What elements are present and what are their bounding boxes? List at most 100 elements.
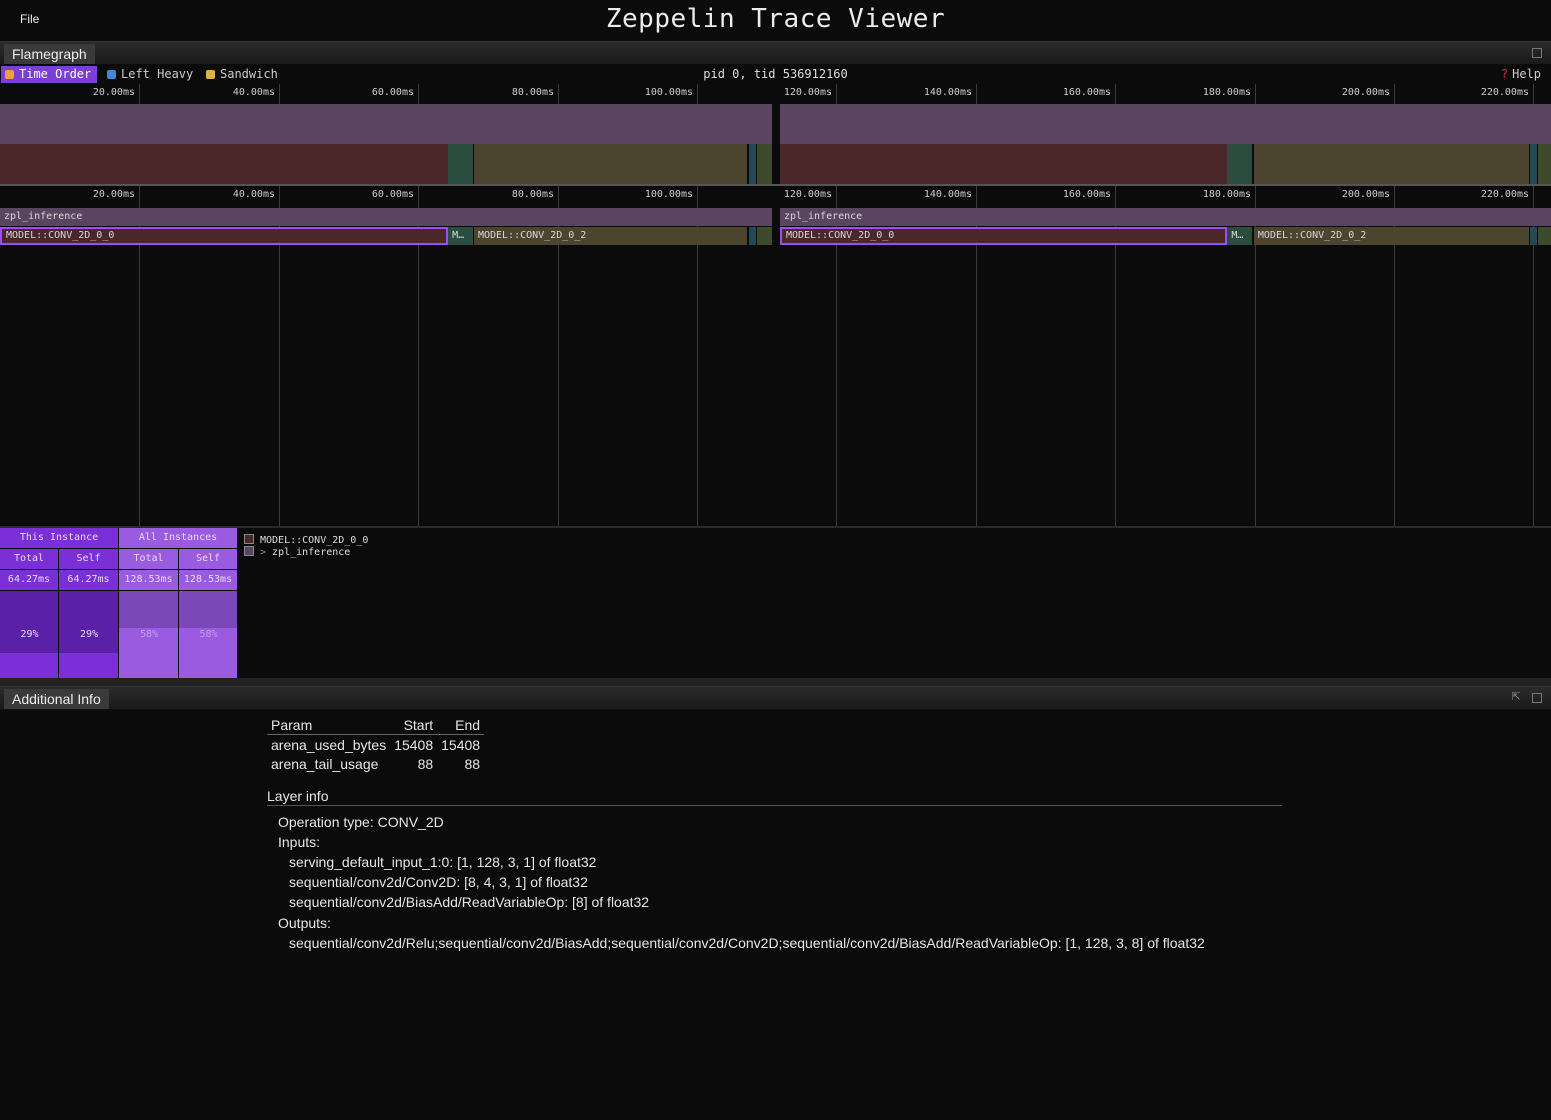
minimap-child-frame	[756, 144, 773, 184]
all-self-value: 128.53ms	[179, 570, 238, 590]
time-tick-label: 120.00ms	[783, 87, 832, 98]
left-arrow-icon	[107, 70, 116, 79]
color-swatch	[244, 546, 254, 556]
help-label: Help	[1512, 67, 1541, 81]
flame-frame[interactable]: MODEL::CONV_2D_0_0	[779, 227, 1227, 245]
sandwich-button[interactable]: Sandwich	[202, 66, 284, 83]
outputs-label: Outputs:	[278, 915, 331, 931]
outputs-list: sequential/conv2d/Relu;sequential/conv2d…	[278, 933, 1287, 953]
end-column-header: End	[437, 716, 485, 735]
flamegraph-canvas[interactable]: 20.00ms 20.00ms 40.00ms 40.00ms 60.00ms 60.00…	[0, 84, 1551, 526]
minimap-child-frame	[1537, 144, 1551, 184]
this-total-label: Total	[0, 549, 59, 569]
flame-frame[interactable]: MODEL::CONV_2D_0_0	[0, 227, 448, 245]
time-tick-label: 60.00ms	[371, 189, 414, 200]
percentage-label: 29%	[20, 629, 39, 640]
app-title: Zeppelin Trace Viewer	[605, 4, 946, 34]
flame-frame[interactable]: zpl_inference	[779, 208, 1551, 226]
menu-bar: File Zeppelin Trace Viewer	[0, 0, 1551, 40]
time-tick-label: 20.00ms	[92, 189, 135, 200]
percentage-label: 58%	[199, 629, 218, 640]
panel-divider[interactable]	[0, 678, 1551, 686]
input-item: serving_default_input_1:0: [1, 128, 3, 1…	[289, 854, 597, 870]
help-button[interactable]: ? Help	[1501, 67, 1541, 81]
flame-frame[interactable]	[1537, 227, 1551, 245]
table-row: arena_used_bytes 15408 15408	[267, 735, 484, 755]
flame-frame[interactable]	[748, 227, 756, 245]
time-tick-label: 200.00ms	[1341, 87, 1390, 98]
stack-entry-parent[interactable]: > zpl_inference	[244, 546, 350, 558]
flame-frame[interactable]: M…	[1227, 227, 1253, 245]
minimap-root-frame	[779, 104, 1551, 144]
this-total-value: 64.27ms	[0, 570, 59, 590]
minimap-root-frame	[0, 104, 773, 144]
percentage-label: 58%	[139, 629, 159, 640]
time-tick-label: 100.00ms	[644, 87, 693, 98]
additional-info-body: Param Start End arena_used_bytes 15408 1…	[267, 716, 1287, 953]
time-tick-label: 20.00ms	[92, 87, 135, 98]
chevron-right-icon: >	[260, 547, 267, 558]
flame-frame[interactable]: zpl_inference	[0, 208, 773, 226]
minimap-child-frame	[473, 144, 748, 184]
percentage-bar-fill	[59, 653, 119, 679]
time-tick-label: 40.00ms	[232, 87, 275, 98]
table-row: arena_tail_usage 88 88	[267, 754, 484, 773]
sandwich-label: Sandwich	[220, 67, 278, 81]
all-instances-header: All Instances	[119, 528, 238, 548]
minimap-child-frame	[779, 144, 1227, 184]
time-tick-label: 60.00ms	[371, 87, 414, 98]
stack-entry-label: MODEL::CONV_2D_0_0	[260, 535, 369, 546]
time-order-label: Time Order	[19, 67, 92, 81]
minimap-child-frame	[0, 144, 448, 184]
color-swatch	[244, 534, 254, 544]
inputs-list: serving_default_input_1:0: [1, 128, 3, 1…	[278, 852, 1287, 912]
all-self-label: Self	[179, 549, 238, 569]
all-total-value: 128.53ms	[119, 570, 179, 590]
clock-icon	[5, 70, 14, 79]
time-tick-label: 80.00ms	[511, 189, 554, 200]
flame-frame[interactable]: M…	[448, 227, 473, 245]
time-tick-label: 180.00ms	[1202, 189, 1251, 200]
param-end: 88	[464, 755, 481, 772]
start-column-header: Start	[390, 716, 438, 735]
flame-frame[interactable]: MODEL::CONV_2D_0_2	[473, 227, 748, 245]
param-column-header: Param	[267, 716, 391, 735]
flamegraph-tab[interactable]: Flamegraph	[4, 44, 95, 64]
minimap-child-frame	[1253, 144, 1529, 184]
minimap-child-frame	[448, 144, 473, 184]
left-heavy-button[interactable]: Left Heavy	[103, 66, 199, 83]
time-tick-label: 220.00ms	[1480, 189, 1529, 200]
flamegraph-toolbar: Time Order Left Heavy Sandwich pid 0, ti…	[0, 64, 1551, 84]
minimap-child-frame	[748, 144, 756, 184]
time-tick-label: 180.00ms	[1202, 87, 1251, 98]
time-tick-label: 120.00ms	[783, 189, 832, 200]
stack-entry-label: zpl_inference	[272, 547, 351, 558]
param-name: arena_used_bytes	[271, 736, 387, 753]
additional-info-tab[interactable]: Additional Info	[4, 689, 109, 709]
time-tick-label: 140.00ms	[923, 189, 972, 200]
flame-frame[interactable]	[756, 227, 773, 245]
minimap-child-frame	[1227, 144, 1253, 184]
all-total-label: Total	[119, 549, 179, 569]
layer-info-content: Operation type: CONV_2D Inputs: serving_…	[267, 812, 1287, 953]
time-order-button[interactable]: Time Order	[1, 66, 98, 83]
popout-icon[interactable]: ⇱	[1510, 691, 1522, 703]
maximize-icon[interactable]	[1532, 48, 1542, 58]
this-self-value: 64.27ms	[59, 570, 119, 590]
additional-info-header: Additional Info ⇱	[0, 686, 1551, 710]
param-start: 15408	[394, 736, 434, 753]
maximize-icon[interactable]	[1532, 693, 1542, 703]
time-tick-label: 160.00ms	[1062, 189, 1111, 200]
stack-entry-selected[interactable]: MODEL::CONV_2D_0_0	[244, 534, 368, 546]
percentage-label: 29%	[79, 629, 99, 640]
left-heavy-label: Left Heavy	[121, 67, 194, 81]
time-tick-label: 80.00ms	[511, 87, 554, 98]
input-item: sequential/conv2d/BiasAdd/ReadVariableOp…	[289, 894, 650, 910]
operation-type: Operation type: CONV_2D	[278, 814, 444, 830]
flame-frame[interactable]	[1529, 227, 1537, 245]
percentage-bar-fill	[0, 653, 59, 679]
sandwich-icon	[206, 70, 215, 79]
params-table: Param Start End arena_used_bytes 15408 1…	[267, 716, 485, 773]
flame-frame[interactable]: MODEL::CONV_2D_0_2	[1253, 227, 1529, 245]
inputs-label: Inputs:	[278, 834, 321, 850]
